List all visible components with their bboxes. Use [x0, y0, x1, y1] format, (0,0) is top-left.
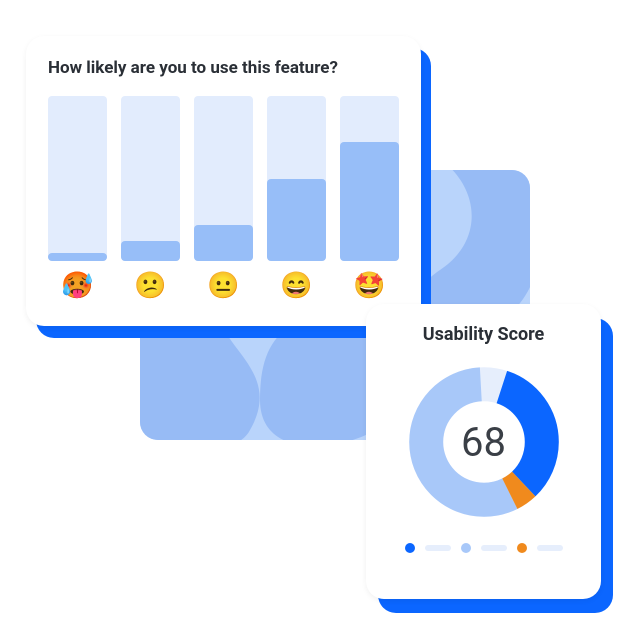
survey-bars — [48, 96, 399, 261]
survey-card: How likely are you to use this feature? … — [26, 36, 421, 326]
emoji-4: 😄 — [267, 273, 326, 299]
score-title: Usability Score — [423, 324, 545, 345]
score-legend — [405, 543, 563, 553]
bar-3 — [194, 96, 253, 261]
legend-bar-3 — [537, 545, 563, 551]
bar-5 — [340, 96, 399, 261]
bar-4 — [267, 96, 326, 261]
emoji-2: 😕 — [121, 273, 180, 299]
bar-2-fill — [121, 241, 180, 261]
emoji-row: 🥵 😕 😐 😄 🤩 — [48, 273, 399, 299]
score-value: 68 — [461, 419, 506, 466]
bar-4-fill — [267, 179, 326, 262]
emoji-5: 🤩 — [340, 273, 399, 299]
emoji-1: 🥵 — [48, 273, 107, 299]
legend-bar-2 — [481, 545, 507, 551]
emoji-3: 😐 — [194, 273, 253, 299]
score-card: Usability Score 68 — [366, 304, 601, 599]
bar-3-fill — [194, 225, 253, 261]
donut-chart: 68 — [399, 357, 569, 527]
bar-2 — [121, 96, 180, 261]
legend-dot-lightblue — [461, 543, 471, 553]
legend-dot-orange — [517, 543, 527, 553]
bar-5-fill — [340, 142, 399, 261]
legend-dot-blue — [405, 543, 415, 553]
legend-bar-1 — [425, 545, 451, 551]
bar-1 — [48, 96, 107, 261]
bar-1-fill — [48, 253, 107, 261]
survey-title: How likely are you to use this feature? — [48, 58, 399, 78]
